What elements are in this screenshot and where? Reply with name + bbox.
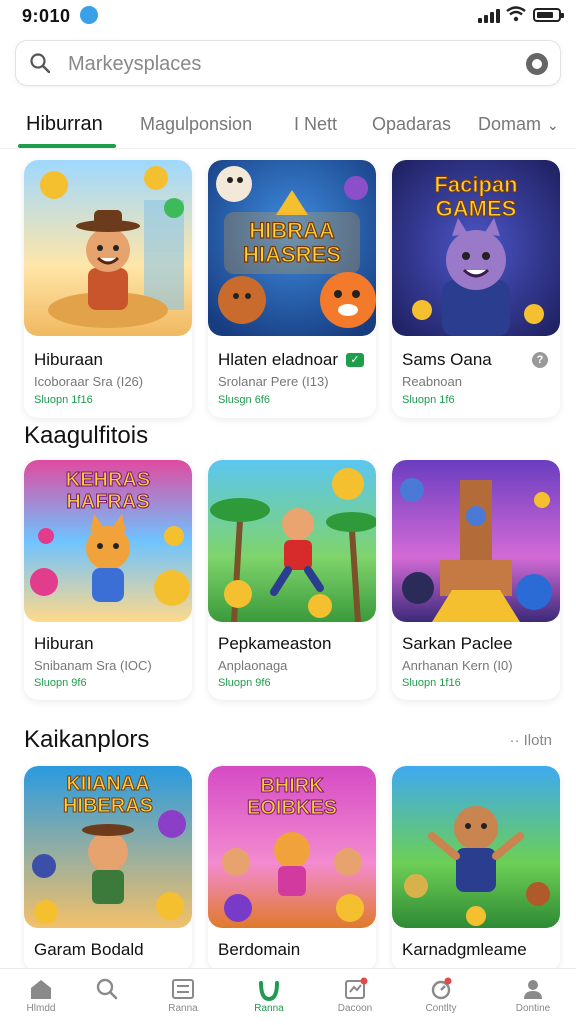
tab-domam[interactable]: Domam ⌄: [478, 114, 559, 135]
list-icon: [172, 979, 194, 999]
product-card[interactable]: BHIRK EOIBKES Berdomain: [208, 766, 376, 972]
section-title: Kaikanplors: [24, 726, 150, 753]
tab-magulponsion[interactable]: Magulponsion: [140, 114, 252, 135]
game-thumbnail: HIBRAA HIASRES: [208, 160, 376, 336]
thumb-title-line1: HIBRAA: [249, 218, 335, 243]
category-tabs: Hiburran Magulponsion I Nett Opadaras Do…: [0, 104, 576, 149]
thumb-title-line2: HAFRAS: [66, 491, 149, 513]
card-price: Slusgn 6f6: [218, 394, 270, 406]
tab-domam-label: Domam: [478, 114, 542, 134]
card-subtitle: Anrhanan Kern (I0): [402, 658, 513, 673]
status-bar: 9:010: [0, 0, 576, 34]
nav-label: Ranna: [168, 1003, 198, 1014]
nav-profile[interactable]: Dontine: [492, 973, 574, 1023]
card-subtitle: Srolanar Pere (I13): [218, 374, 329, 389]
game-thumbnail: BHIRK EOIBKES: [208, 766, 376, 928]
game-thumbnail: [392, 460, 560, 622]
nav-bag-active[interactable]: Ranna: [228, 973, 310, 1023]
product-card[interactable]: HIBRAA HIASRES Hlaten eladnoar ✓ Srolana…: [208, 160, 376, 418]
product-card[interactable]: KEHRAS HAFRAS Hiburan Snibanam Sra (IOC)…: [24, 460, 192, 700]
search-icon: [96, 978, 118, 1000]
notification-badge-icon: [80, 6, 98, 24]
card-title: Karnadgmleame: [402, 940, 527, 959]
thumb-title-line2: HIBERAS: [63, 795, 153, 817]
card-subtitle: Snibanam Sra (IOC): [34, 658, 152, 673]
card-title: Garam Bodald: [34, 940, 144, 959]
product-card[interactable]: Karnadgmleame: [392, 766, 560, 972]
thumb-title-line1: BHIRK: [260, 775, 324, 797]
product-card[interactable]: Pepkameaston Anplaonaga Sluopn 9f6: [208, 460, 376, 700]
card-title: Hiburaan: [34, 350, 103, 369]
search-input[interactable]: [66, 49, 500, 79]
bag-icon: [259, 981, 279, 1001]
thumb-title-line1: KEHRAS: [66, 469, 150, 491]
cart-icon: [345, 977, 368, 999]
nav-search[interactable]: [66, 973, 148, 1023]
nav-label: Dontine: [515, 1003, 551, 1014]
card-subtitle: Anplaonaga: [218, 658, 288, 673]
card-price: Sluopn 9f6: [34, 677, 87, 689]
product-card[interactable]: Facipan GAMES Sams Oana ? Reabnoan Sluop…: [392, 160, 560, 418]
nav-label: Ranna: [254, 1003, 284, 1014]
search-icon: [30, 53, 50, 73]
nav-notifications[interactable]: Contlty: [400, 973, 482, 1023]
signal-icon: [478, 9, 500, 23]
card-title: Berdomain: [218, 940, 301, 959]
bottom-navigation: Hlmdd Ranna Ranna Dacoon Contlty Dontine: [0, 968, 576, 1025]
nav-cart[interactable]: Dacoon: [314, 973, 396, 1023]
thumb-title-line1: Facipan: [434, 172, 517, 197]
card-price: Sluopn 1f16: [34, 394, 93, 406]
card-price: Sluopn 1f6: [402, 394, 455, 406]
card-subtitle: Reabnoan: [402, 374, 462, 389]
home-icon: [31, 980, 51, 999]
product-card[interactable]: Sarkan Paclee Anrhanan Kern (I0) Sluopn …: [392, 460, 560, 700]
product-card[interactable]: Hiburaan Icoboraar Sra (I26) Sluopn 1f16: [24, 160, 192, 418]
tab-inett[interactable]: I Nett: [294, 114, 337, 135]
card-subtitle: Icoboraar Sra (I26): [34, 374, 144, 389]
thumb-title-line1: KIIANAA: [66, 773, 149, 795]
active-tab-indicator: [18, 144, 116, 148]
thumb-title-line2: EOIBKES: [247, 797, 337, 819]
nav-list[interactable]: Ranna: [142, 973, 224, 1023]
section-title: Kaagulfitois: [24, 422, 149, 449]
tab-hiburran[interactable]: Hiburran: [26, 113, 103, 136]
battery-icon: [533, 8, 564, 22]
wifi-icon: [506, 6, 526, 22]
game-thumbnail: Facipan GAMES: [392, 160, 560, 336]
card-title: Sams Oana: [402, 350, 492, 369]
game-thumbnail: KIIANAA HIBERAS: [24, 766, 192, 928]
see-more-link[interactable]: ·· Ilotn: [509, 732, 552, 749]
thumb-title-line2: HIASRES: [243, 242, 341, 267]
search-bar[interactable]: [15, 40, 561, 86]
game-thumbnail: [392, 766, 560, 928]
nav-label: Dacoon: [337, 1003, 373, 1014]
game-thumbnail: [208, 460, 376, 622]
person-icon: [524, 980, 542, 999]
nav-label: Contlty: [425, 1003, 457, 1014]
card-title: Pepkameaston: [218, 634, 332, 653]
camera-search-icon[interactable]: [526, 53, 548, 75]
game-thumbnail: [24, 160, 192, 336]
game-thumbnail: KEHRAS HAFRAS: [24, 460, 192, 622]
card-price: Sluopn 1f16: [402, 677, 461, 689]
product-card[interactable]: KIIANAA HIBERAS Garam Bodald: [24, 766, 192, 972]
card-title: Hlaten eladnoar: [218, 350, 339, 369]
card-price: Sluopn 9f6: [218, 677, 271, 689]
chevron-down-icon: ⌄: [547, 117, 559, 133]
bell-icon: [431, 977, 452, 1000]
help-icon[interactable]: ?: [532, 352, 548, 368]
verified-check-icon: ✓: [346, 353, 364, 367]
card-title: Hiburan: [34, 634, 94, 653]
thumb-title-line2: GAMES: [436, 196, 517, 221]
card-title: Sarkan Paclee: [402, 634, 513, 653]
tab-opadaras[interactable]: Opadaras: [372, 114, 451, 135]
status-time: 9:010: [22, 6, 71, 26]
